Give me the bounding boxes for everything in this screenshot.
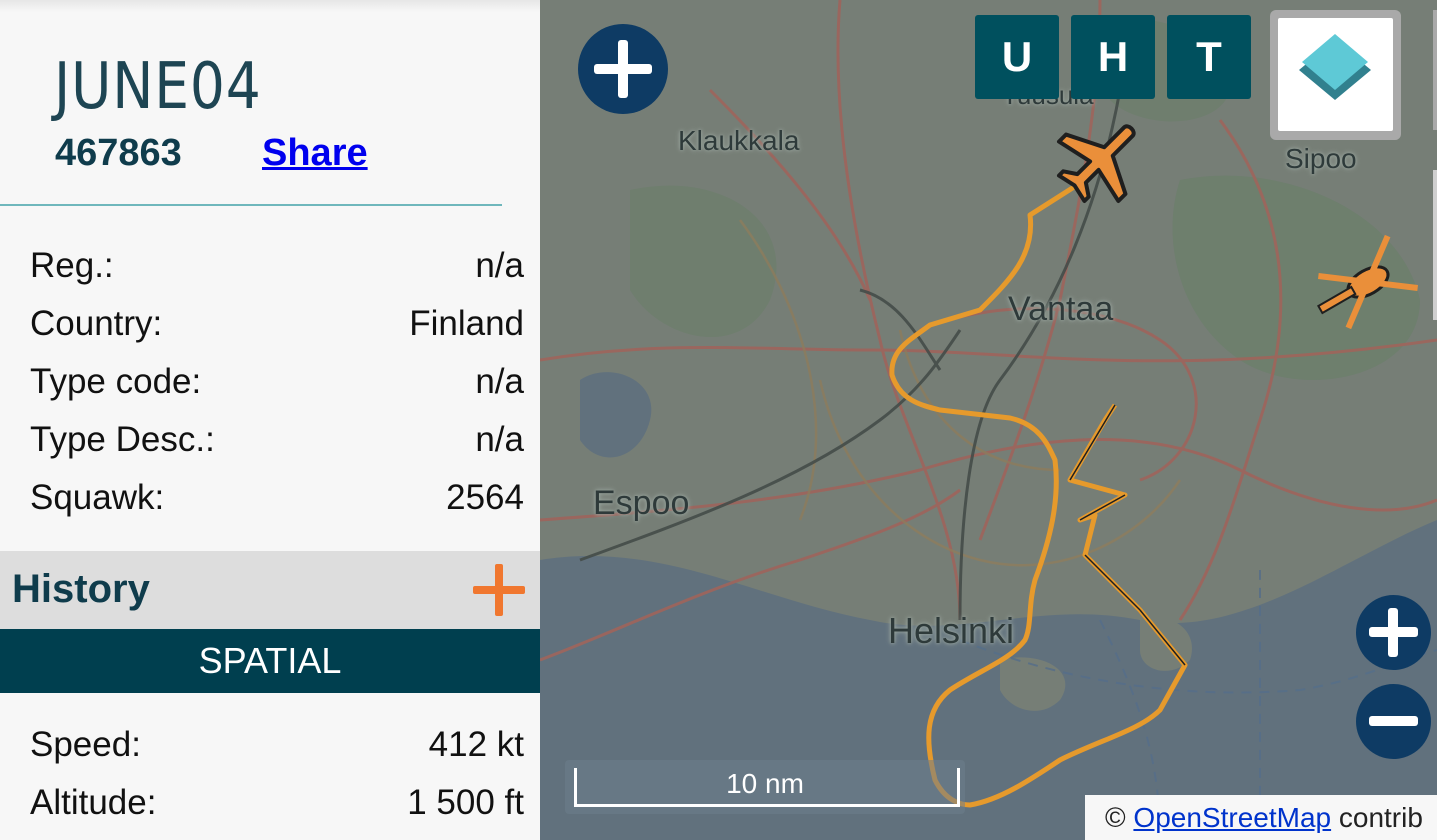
spatial-value: 412 kt (428, 725, 524, 764)
side-panel-edge (1433, 10, 1437, 130)
place-label-vantaa: Vantaa (1008, 290, 1114, 328)
spatial-row-speed: Speed: 412 kt (30, 716, 524, 774)
place-label-helsinki: Helsinki (888, 610, 1015, 651)
detail-row-type-code: Type code: n/a (30, 353, 524, 411)
layer-switcher-panel (1278, 18, 1393, 131)
layers-icon (1299, 34, 1371, 100)
spatial-tab[interactable]: SPATIAL (0, 629, 540, 693)
spatial-table: Speed: 412 kt Altitude: 1 500 ft (30, 716, 524, 832)
aircraft-info-panel: JUNE04 467863 Share Reg.: n/a Country: F… (0, 0, 540, 840)
spatial-row-altitude: Altitude: 1 500 ft (30, 774, 524, 832)
scale-label: 10 nm (726, 768, 804, 799)
detail-value: n/a (475, 362, 524, 401)
copyright-symbol: © (1105, 802, 1126, 833)
toggle-t-button[interactable]: T (1167, 15, 1251, 99)
plus-icon-v (618, 40, 628, 98)
place-label-espoo: Espoo (593, 484, 690, 522)
expand-sidebar-plus-button[interactable] (578, 24, 668, 114)
detail-row-country: Country: Finland (30, 295, 524, 353)
detail-value: n/a (475, 246, 524, 285)
detail-value: 2564 (446, 478, 524, 517)
history-title: History (12, 567, 150, 611)
place-label-sipoo: Sipoo (1285, 143, 1357, 174)
detail-label: Reg.: (30, 246, 114, 285)
detail-row-type-desc: Type Desc.: n/a (30, 411, 524, 469)
history-section-header[interactable]: History (0, 551, 540, 629)
map-attribution: © OpenStreetMap contrib (1085, 795, 1437, 840)
side-panel-edge (1433, 170, 1437, 320)
spatial-label: Altitude: (30, 783, 157, 822)
detail-label: Country: (30, 304, 163, 343)
detail-row-reg: Reg.: n/a (30, 237, 524, 295)
aircraft-hex-id: 467863 (55, 132, 182, 174)
detail-label: Type Desc.: (30, 420, 215, 459)
layer-switcher-button[interactable] (1270, 10, 1401, 140)
detail-label: Type code: (30, 362, 202, 401)
toggle-u-button[interactable]: U (975, 15, 1059, 99)
zoom-in-button[interactable] (1356, 595, 1431, 670)
scale-bar: 10 nm (565, 760, 965, 814)
details-table: Reg.: n/a Country: Finland Type code: n/… (30, 237, 524, 527)
top-shadow (0, 0, 540, 12)
spatial-value: 1 500 ft (407, 783, 524, 822)
detail-row-squawk: Squawk: 2564 (30, 469, 524, 527)
zoom-in-icon-v (1388, 608, 1398, 657)
toggle-h-button[interactable]: H (1071, 15, 1155, 99)
zoom-out-icon (1369, 716, 1418, 726)
detail-value: Finland (409, 304, 524, 343)
place-label-klaukkala: Klaukkala (678, 125, 800, 156)
zoom-out-button[interactable] (1356, 684, 1431, 759)
detail-value: n/a (475, 420, 524, 459)
openstreetmap-link[interactable]: OpenStreetMap (1133, 802, 1331, 833)
spatial-label: Speed: (30, 725, 141, 764)
detail-label: Squawk: (30, 478, 165, 517)
aircraft-callsign: JUNE04 (54, 50, 262, 124)
history-expand-plus-icon[interactable] (470, 561, 528, 619)
share-link[interactable]: Share (262, 132, 368, 175)
attribution-suffix: contrib (1338, 802, 1423, 833)
header-divider (0, 204, 502, 206)
map-view[interactable]: Tuusula Klaukkala Sipoo Vantaa Espoo Hel… (540, 0, 1437, 840)
